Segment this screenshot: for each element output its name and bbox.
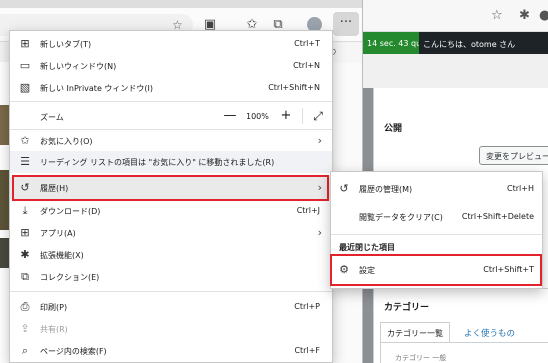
- submenu-item-manage-history[interactable]: ↺ 履歴の管理(M) Ctrl+H: [331, 178, 542, 200]
- publish-heading: 公開: [384, 124, 403, 134]
- submenu-item-shortcut: Ctrl+Shift+Delete: [461, 212, 534, 221]
- settings-more-button[interactable]: ···: [333, 12, 359, 36]
- menu-item-label: 新しいタブ(T): [40, 40, 92, 49]
- menu-divider: [10, 291, 332, 292]
- fullscreen-icon[interactable]: ⤢: [308, 106, 328, 126]
- zoom-label: ズーム: [40, 113, 64, 122]
- zoom-divider: [302, 108, 303, 124]
- zoom-row: ズーム — 100% + ⤢: [10, 103, 332, 129]
- zoom-out-button[interactable]: —: [220, 106, 240, 126]
- menu-item-label: アプリ(A): [40, 229, 76, 238]
- menu-item-collections[interactable]: ⧉ コレクション(E): [10, 266, 332, 288]
- menu-item-shortcut: Ctrl+F: [294, 346, 320, 355]
- menu-item-shortcut: Ctrl+N: [293, 61, 320, 70]
- categories-heading: カテゴリー: [384, 303, 430, 313]
- menu-divider: [10, 101, 332, 102]
- menu-item-favorites[interactable]: ✩ お気に入り(O) ›: [10, 130, 332, 152]
- tab-bar: [0, 0, 362, 8]
- reading-list-icon: ☰: [20, 155, 30, 168]
- admin-bar: 14 sec. 43 queries. こんにちは、otome さん: [363, 32, 548, 54]
- new-tab-icon: ⊞: [20, 37, 30, 50]
- share-icon: ⇪: [20, 322, 30, 335]
- menu-item-extensions[interactable]: ✱ 拡張機能(X): [10, 244, 332, 266]
- profile-icon[interactable]: ●: [539, 8, 548, 23]
- new-window-icon: ▭: [19, 59, 31, 72]
- menu-item-reading-list-notice[interactable]: ☰ リーディング リストの項目は "お気に入り" に移動されました(R): [10, 151, 332, 173]
- menu-item-new-window[interactable]: ▭ 新しいウィンドウ(N) Ctrl+N: [10, 55, 332, 77]
- menu-item-shortcut: Ctrl+Shift+N: [268, 83, 320, 92]
- history-highlight-box: [12, 175, 329, 201]
- menu-item-label: 共有(R): [40, 325, 68, 334]
- right-toolbar: ☆ ✱ ●: [363, 0, 548, 32]
- menu-item-label: リーディング リストの項目は "お気に入り" に移動されました(R): [40, 158, 275, 167]
- menu-item-new-tab[interactable]: ⊞ 新しいタブ(T) Ctrl+T: [10, 33, 332, 55]
- extensions-icon: ✱: [20, 248, 30, 261]
- favorite-star-icon[interactable]: ☆: [491, 8, 503, 23]
- menu-item-print[interactable]: ⎙ 印刷(P) Ctrl+P: [10, 296, 332, 318]
- extensions-icon[interactable]: ✱: [519, 8, 530, 23]
- submenu-divider: [331, 234, 542, 235]
- menu-item-shortcut: Ctrl+T: [294, 39, 320, 48]
- menu-item-label: ダウンロード(D): [40, 207, 101, 216]
- menu-item-label: 拡張機能(X): [40, 251, 84, 260]
- menu-item-label: 印刷(P): [40, 303, 68, 312]
- history-icon: ↺: [339, 182, 349, 195]
- chevron-right-icon: ›: [317, 134, 322, 147]
- submenu-item-shortcut: Ctrl+H: [507, 184, 534, 193]
- tab-all-categories[interactable]: カテゴリー一覧: [380, 322, 450, 342]
- chevron-right-icon: ›: [317, 226, 322, 239]
- zoom-value: 100%: [246, 112, 269, 121]
- category-item[interactable]: カテゴリー 一般: [395, 353, 446, 363]
- preview-button[interactable]: 変更をプレビュー: [479, 146, 548, 165]
- menu-item-downloads[interactable]: ⤓ ダウンロード(D) Ctrl+J: [10, 200, 332, 222]
- collections-icon: ⧉: [21, 270, 29, 283]
- print-icon: ⎙: [20, 300, 30, 313]
- zoom-in-button[interactable]: +: [276, 106, 296, 126]
- tab-popular-categories[interactable]: よく使うもの: [464, 322, 515, 342]
- submenu-item-label: 閲覧データをクリア(C): [359, 213, 443, 222]
- download-icon: ⤓: [22, 204, 28, 217]
- menu-item-find[interactable]: ⌕ ページ内の検索(F) Ctrl+F: [10, 340, 332, 362]
- menu-item-label: お気に入り(O): [40, 137, 93, 146]
- settings-highlight-box: [330, 254, 542, 286]
- menu-item-label: 新しい InPrivate ウィンドウ(I): [40, 84, 154, 93]
- query-monitor[interactable]: 14 sec. 43 queries.: [363, 32, 419, 54]
- menu-item-shortcut: Ctrl+P: [294, 302, 320, 311]
- menu-item-label: 新しいウィンドウ(N): [40, 62, 117, 71]
- find-icon: ⌕: [21, 344, 29, 357]
- favorites-icon: ✩: [20, 134, 30, 147]
- recently-closed-heading: 最近閉じた項目: [339, 243, 395, 252]
- inprivate-icon: ▧: [19, 81, 31, 94]
- admin-greeting[interactable]: こんにちは、otome さん: [423, 39, 515, 50]
- menu-item-label: ページ内の検索(F): [40, 347, 107, 356]
- submenu-item-clear-data[interactable]: 閲覧データをクリア(C) Ctrl+Shift+Delete: [331, 206, 542, 228]
- menu-item-label: コレクション(E): [40, 273, 100, 282]
- menu-item-apps[interactable]: ⊞ アプリ(A) ›: [10, 222, 332, 244]
- menu-item-share: ⇪ 共有(R): [10, 318, 332, 340]
- apps-icon: ⊞: [20, 226, 30, 239]
- menu-item-new-inprivate[interactable]: ▧ 新しい InPrivate ウィンドウ(I) Ctrl+Shift+N: [10, 77, 332, 99]
- category-list: カテゴリー 一般: [380, 342, 548, 363]
- menu-item-shortcut: Ctrl+J: [296, 206, 320, 215]
- submenu-item-label: 履歴の管理(M): [359, 185, 413, 194]
